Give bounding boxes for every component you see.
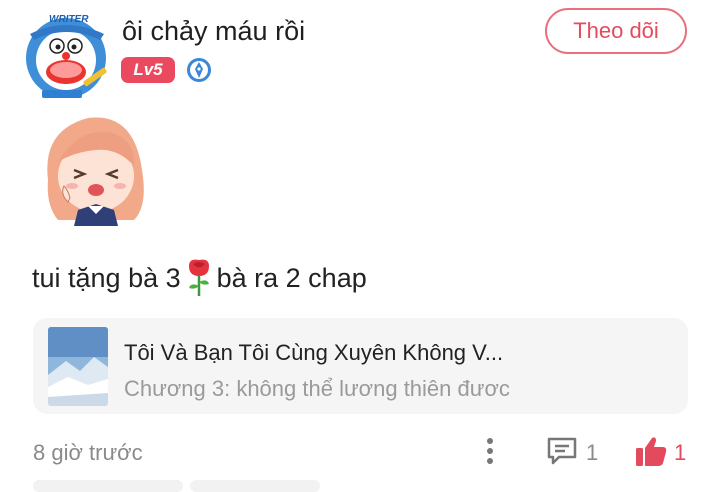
thumbs-up-icon[interactable] [634,434,668,468]
rose-icon [185,258,213,298]
story-chapter[interactable]: Chương 3: không thể lương thiên đươc [124,376,510,402]
next-item-stub [190,480,320,492]
timestamp: 8 giờ trước [33,440,143,465]
next-item-stub [33,480,183,492]
avatar[interactable]: WRITER [24,14,114,100]
anime-girl-sticker [38,110,156,226]
story-card[interactable]: Tôi Và Bạn Tôi Cùng Xuyên Không V... Chư… [33,318,688,414]
comment-text: tui tặng bà 3 bà ra 2 chap [32,258,367,298]
level-badge: Lv5 [121,57,175,83]
reply-comment-icon[interactable] [545,434,579,468]
story-thumbnail [48,327,108,406]
verified-writer-icon [186,57,212,83]
username[interactable]: ôi chảy máu rồi [122,16,305,47]
comment-text-part-1: tui tặng bà 3 [32,262,181,293]
comment-text-part-2: bà ra 2 chap [216,262,367,293]
more-options-icon[interactable] [480,434,500,468]
like-count: 1 [674,440,687,465]
reply-count: 1 [586,440,599,465]
follow-button[interactable]: Theo dõi [545,8,687,54]
avatar-writer-label: WRITER [49,14,89,25]
story-title[interactable]: Tôi Và Bạn Tôi Cùng Xuyên Không V... [124,340,503,366]
